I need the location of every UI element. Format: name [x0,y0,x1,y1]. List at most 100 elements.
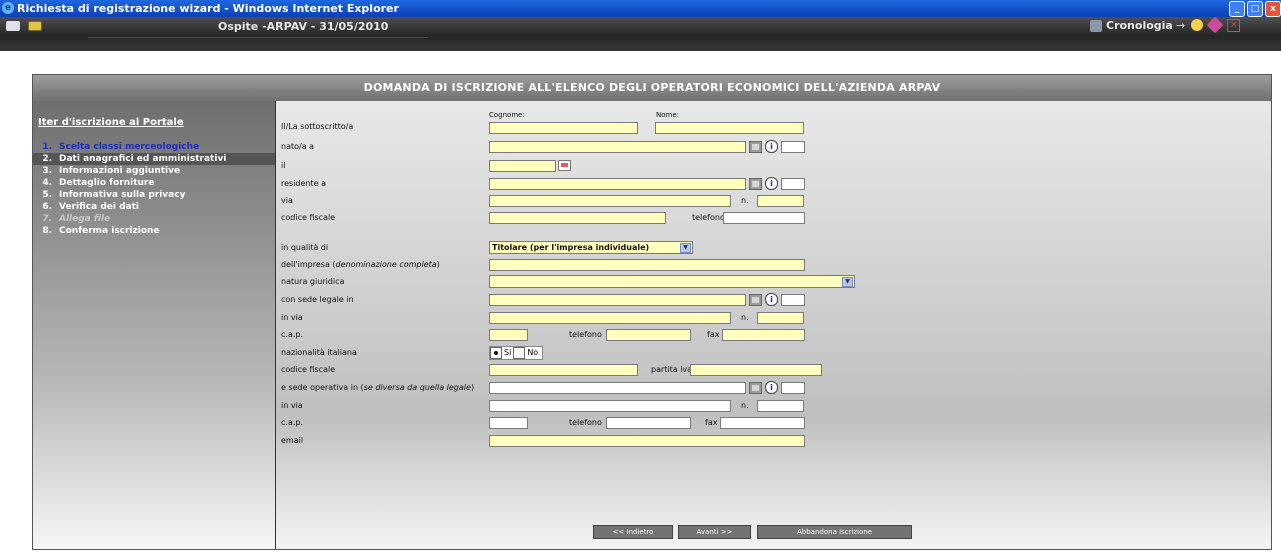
birthplace-input[interactable] [489,141,746,153]
chevron-down-icon[interactable]: ▼ [842,277,853,287]
residence-province-input[interactable] [781,178,805,190]
natura-giuridica-select[interactable]: ▼ [489,275,855,288]
step-5[interactable]: 5. Informativa sulla privacy [38,189,275,201]
step-label: Dati anagrafici ed amministrativi [59,154,227,164]
calendar-icon[interactable] [558,160,571,171]
step-label: Informativa sulla privacy [59,190,186,200]
via-label: via [281,196,293,205]
street-number-input[interactable] [757,195,804,207]
window-titlebar: e Richiesta di registrazione wizard - Wi… [0,0,1281,17]
radio-si-label: Si [504,348,512,357]
op-telefono-input[interactable] [606,417,691,429]
birthdate-input[interactable] [489,160,556,172]
email-input[interactable] [489,435,805,447]
op-telefono-label: telefono [569,418,602,427]
sede-number-label: n. [741,313,749,322]
page-title: DOMANDA DI ISCRIZIONE ALL'ELENCO DEGLI O… [33,75,1271,101]
minimize-button[interactable]: _ [1229,1,1245,17]
impresa-label: dell'impresa (denominazione completa) [281,260,440,269]
history-link[interactable]: Cronologia [1090,19,1173,32]
sede-operativa-province-input[interactable] [781,382,805,394]
nome-input[interactable] [655,122,804,134]
wizard-frame: DOMANDA DI ISCRIZIONE ALL'ELENCO DEGLI O… [32,74,1272,550]
sede-telefono-input[interactable] [606,329,691,341]
sede-number-input[interactable] [757,312,804,324]
sede-legale-info-icon[interactable]: i [765,293,778,306]
step-number: 4. [42,178,52,188]
app-toolbar: Ospite -ARPAV - 31/05/2010 Cronologia → × [0,16,1281,51]
close-icon[interactable]: × [1227,19,1241,32]
residence-lookup-icon[interactable] [749,178,762,190]
qualita-selected-value: Titolare (per l'impresa individuale) [492,243,650,252]
partita-iva-input[interactable] [690,364,822,376]
help-icon[interactable] [1191,19,1204,31]
history-label: Cronologia [1106,19,1173,32]
residente-label: residente a [281,179,326,188]
sede-street-input[interactable] [489,312,731,324]
step-label: Dettaglio forniture [59,178,155,188]
street-input[interactable] [489,195,731,207]
step-number: 1. [42,142,52,152]
cognome-input[interactable] [489,122,638,134]
residence-info-icon[interactable]: i [765,177,778,190]
op-cap-input[interactable] [489,417,528,429]
ie-icon: e [2,2,14,14]
sede-operativa-input[interactable] [489,382,746,394]
close-window-button[interactable]: x [1265,1,1281,17]
sidebar-title[interactable]: Iter d'iscrizione al Portale [38,117,184,128]
codice-fiscale-input[interactable] [489,212,666,224]
radio-no[interactable] [513,347,526,359]
birthplace-lookup-icon[interactable] [749,141,762,153]
history-icon [1090,20,1102,32]
abort-button[interactable]: Abbandona iscrizione [757,525,912,539]
step-2[interactable]: 2. Dati anagrafici ed amministrativi [33,153,275,165]
sede-legale-input[interactable] [489,294,746,306]
step-8[interactable]: 8. Conferma iscrizione [38,225,275,237]
arrow-icon[interactable]: → [1176,19,1185,32]
nome-label: Nome: [656,111,680,119]
chevron-down-icon[interactable]: ▼ [680,243,691,253]
birthplace-province-input[interactable] [781,141,805,153]
sede-operativa-lookup-icon[interactable] [749,382,762,394]
step-label: Conferma iscrizione [59,226,160,236]
telefono-label: telefono [692,213,725,222]
op-street-input[interactable] [489,400,731,412]
cap-label: c.a.p. [281,330,304,339]
step-1[interactable]: 1. Scelta classi merceologiche [38,141,275,153]
folder-icon[interactable] [28,21,42,31]
sede-legale-lookup-icon[interactable] [749,294,762,306]
radio-si[interactable] [490,347,502,359]
back-button[interactable]: << Indietro [593,525,673,539]
step-4[interactable]: 4. Dettaglio forniture [38,177,275,189]
step-6[interactable]: 6. Verifica dei dati [38,201,275,213]
op-cap-label: c.a.p. [281,418,304,427]
qualita-select[interactable]: Titolare (per l'impresa individuale) ▼ [489,241,693,254]
step-label: Verifica dei dati [59,202,139,212]
sede-operativa-label: e sede operativa in (se diversa da quell… [281,383,475,392]
impresa-cf-input[interactable] [489,364,638,376]
step-number: 3. [42,166,52,176]
residence-input[interactable] [489,178,746,190]
next-button[interactable]: Avanti >> [678,525,751,539]
telefono-input[interactable] [723,212,805,224]
impresa-input[interactable] [489,259,805,271]
sede-legale-province-input[interactable] [781,294,805,306]
birthplace-info-icon[interactable]: i [765,140,778,153]
favorite-icon[interactable] [1206,16,1224,34]
toolbar-divider [88,37,428,38]
fax-input[interactable] [722,329,805,341]
op-number-input[interactable] [757,400,804,412]
cap-input[interactable] [489,329,528,341]
step-3[interactable]: 3. Informazioni aggiuntive [38,165,275,177]
window-controls: _ □ x [1227,1,1281,18]
nazionalita-radio-group: Si No [489,346,543,360]
user-session-label: Ospite -ARPAV - 31/05/2010 [218,20,389,33]
step-label: Allega file [59,214,111,224]
nato-label: nato/a a [281,142,315,151]
menu-icon[interactable] [6,21,20,31]
sede-operativa-info-icon[interactable]: i [765,381,778,394]
op-fax-input[interactable] [720,417,805,429]
maximize-button[interactable]: □ [1247,1,1263,17]
step-number: 2. [42,154,52,164]
qualita-label: in qualità di [281,243,329,252]
